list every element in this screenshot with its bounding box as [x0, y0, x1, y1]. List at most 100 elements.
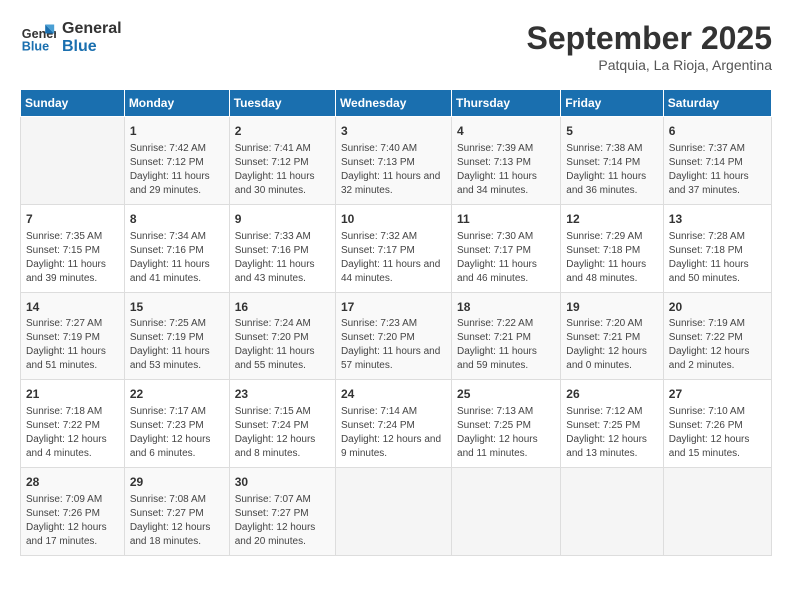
day-info: Sunrise: 7:29 AM Sunset: 7:18 PM Dayligh…: [566, 230, 657, 286]
col-tuesday: Tuesday: [229, 90, 335, 117]
day-info: Sunrise: 7:32 AM Sunset: 7:17 PM Dayligh…: [341, 230, 446, 286]
calendar-cell: [561, 468, 663, 556]
logo-icon: General Blue: [20, 20, 56, 56]
day-number: 27: [669, 386, 766, 403]
day-info: Sunrise: 7:09 AM Sunset: 7:26 PM Dayligh…: [26, 493, 119, 549]
day-info: Sunrise: 7:28 AM Sunset: 7:18 PM Dayligh…: [669, 230, 766, 286]
calendar-cell: 24 Sunrise: 7:14 AM Sunset: 7:24 PM Dayl…: [335, 380, 451, 468]
calendar-cell: 29 Sunrise: 7:08 AM Sunset: 7:27 PM Dayl…: [124, 468, 229, 556]
day-info: Sunrise: 7:13 AM Sunset: 7:25 PM Dayligh…: [457, 405, 555, 461]
day-info: Sunrise: 7:34 AM Sunset: 7:16 PM Dayligh…: [130, 230, 224, 286]
calendar-cell: 12 Sunrise: 7:29 AM Sunset: 7:18 PM Dayl…: [561, 204, 663, 292]
calendar-cell: 19 Sunrise: 7:20 AM Sunset: 7:21 PM Dayl…: [561, 292, 663, 380]
day-number: 25: [457, 386, 555, 403]
day-info: Sunrise: 7:37 AM Sunset: 7:14 PM Dayligh…: [669, 142, 766, 198]
calendar-cell: 9 Sunrise: 7:33 AM Sunset: 7:16 PM Dayli…: [229, 204, 335, 292]
day-info: Sunrise: 7:42 AM Sunset: 7:12 PM Dayligh…: [130, 142, 224, 198]
calendar-cell: 20 Sunrise: 7:19 AM Sunset: 7:22 PM Dayl…: [663, 292, 771, 380]
day-number: 20: [669, 299, 766, 316]
calendar-cell: 23 Sunrise: 7:15 AM Sunset: 7:24 PM Dayl…: [229, 380, 335, 468]
calendar-cell: [21, 117, 125, 205]
calendar-table: Sunday Monday Tuesday Wednesday Thursday…: [20, 89, 772, 556]
day-number: 22: [130, 386, 224, 403]
calendar-cell: 13 Sunrise: 7:28 AM Sunset: 7:18 PM Dayl…: [663, 204, 771, 292]
day-number: 4: [457, 123, 555, 140]
day-info: Sunrise: 7:08 AM Sunset: 7:27 PM Dayligh…: [130, 493, 224, 549]
day-number: 23: [235, 386, 330, 403]
title-block: September 2025 Patquia, La Rioja, Argent…: [527, 20, 772, 73]
calendar-cell: 2 Sunrise: 7:41 AM Sunset: 7:12 PM Dayli…: [229, 117, 335, 205]
calendar-cell: 3 Sunrise: 7:40 AM Sunset: 7:13 PM Dayli…: [335, 117, 451, 205]
day-info: Sunrise: 7:30 AM Sunset: 7:17 PM Dayligh…: [457, 230, 555, 286]
day-info: Sunrise: 7:35 AM Sunset: 7:15 PM Dayligh…: [26, 230, 119, 286]
calendar-week-3: 14 Sunrise: 7:27 AM Sunset: 7:19 PM Dayl…: [21, 292, 772, 380]
day-info: Sunrise: 7:41 AM Sunset: 7:12 PM Dayligh…: [235, 142, 330, 198]
day-info: Sunrise: 7:12 AM Sunset: 7:25 PM Dayligh…: [566, 405, 657, 461]
day-number: 13: [669, 211, 766, 228]
day-number: 12: [566, 211, 657, 228]
day-number: 18: [457, 299, 555, 316]
day-number: 24: [341, 386, 446, 403]
day-info: Sunrise: 7:33 AM Sunset: 7:16 PM Dayligh…: [235, 230, 330, 286]
calendar-cell: 17 Sunrise: 7:23 AM Sunset: 7:20 PM Dayl…: [335, 292, 451, 380]
day-info: Sunrise: 7:07 AM Sunset: 7:27 PM Dayligh…: [235, 493, 330, 549]
day-number: 7: [26, 211, 119, 228]
day-info: Sunrise: 7:24 AM Sunset: 7:20 PM Dayligh…: [235, 317, 330, 373]
day-number: 16: [235, 299, 330, 316]
day-info: Sunrise: 7:25 AM Sunset: 7:19 PM Dayligh…: [130, 317, 224, 373]
day-info: Sunrise: 7:18 AM Sunset: 7:22 PM Dayligh…: [26, 405, 119, 461]
day-number: 9: [235, 211, 330, 228]
calendar-cell: [452, 468, 561, 556]
col-monday: Monday: [124, 90, 229, 117]
calendar-cell: 6 Sunrise: 7:37 AM Sunset: 7:14 PM Dayli…: [663, 117, 771, 205]
calendar-cell: 25 Sunrise: 7:13 AM Sunset: 7:25 PM Dayl…: [452, 380, 561, 468]
col-thursday: Thursday: [452, 90, 561, 117]
page-header: General Blue General Blue September 2025…: [20, 20, 772, 73]
header-row: Sunday Monday Tuesday Wednesday Thursday…: [21, 90, 772, 117]
day-number: 19: [566, 299, 657, 316]
calendar-cell: [663, 468, 771, 556]
calendar-cell: 14 Sunrise: 7:27 AM Sunset: 7:19 PM Dayl…: [21, 292, 125, 380]
calendar-cell: 16 Sunrise: 7:24 AM Sunset: 7:20 PM Dayl…: [229, 292, 335, 380]
day-info: Sunrise: 7:39 AM Sunset: 7:13 PM Dayligh…: [457, 142, 555, 198]
calendar-cell: 10 Sunrise: 7:32 AM Sunset: 7:17 PM Dayl…: [335, 204, 451, 292]
calendar-cell: 30 Sunrise: 7:07 AM Sunset: 7:27 PM Dayl…: [229, 468, 335, 556]
logo: General Blue General Blue: [20, 20, 122, 56]
calendar-cell: 4 Sunrise: 7:39 AM Sunset: 7:13 PM Dayli…: [452, 117, 561, 205]
day-info: Sunrise: 7:27 AM Sunset: 7:19 PM Dayligh…: [26, 317, 119, 373]
location-subtitle: Patquia, La Rioja, Argentina: [527, 57, 772, 73]
day-number: 14: [26, 299, 119, 316]
day-number: 11: [457, 211, 555, 228]
day-info: Sunrise: 7:40 AM Sunset: 7:13 PM Dayligh…: [341, 142, 446, 198]
calendar-cell: [335, 468, 451, 556]
col-saturday: Saturday: [663, 90, 771, 117]
day-number: 17: [341, 299, 446, 316]
day-info: Sunrise: 7:20 AM Sunset: 7:21 PM Dayligh…: [566, 317, 657, 373]
day-number: 5: [566, 123, 657, 140]
calendar-cell: 22 Sunrise: 7:17 AM Sunset: 7:23 PM Dayl…: [124, 380, 229, 468]
calendar-cell: 7 Sunrise: 7:35 AM Sunset: 7:15 PM Dayli…: [21, 204, 125, 292]
month-title: September 2025: [527, 20, 772, 57]
calendar-cell: 1 Sunrise: 7:42 AM Sunset: 7:12 PM Dayli…: [124, 117, 229, 205]
day-number: 10: [341, 211, 446, 228]
day-number: 8: [130, 211, 224, 228]
logo-blue: Blue: [62, 38, 122, 56]
calendar-cell: 28 Sunrise: 7:09 AM Sunset: 7:26 PM Dayl…: [21, 468, 125, 556]
day-number: 29: [130, 474, 224, 491]
day-number: 6: [669, 123, 766, 140]
calendar-cell: 5 Sunrise: 7:38 AM Sunset: 7:14 PM Dayli…: [561, 117, 663, 205]
col-friday: Friday: [561, 90, 663, 117]
day-number: 30: [235, 474, 330, 491]
calendar-week-5: 28 Sunrise: 7:09 AM Sunset: 7:26 PM Dayl…: [21, 468, 772, 556]
calendar-cell: 21 Sunrise: 7:18 AM Sunset: 7:22 PM Dayl…: [21, 380, 125, 468]
calendar-cell: 11 Sunrise: 7:30 AM Sunset: 7:17 PM Dayl…: [452, 204, 561, 292]
calendar-week-1: 1 Sunrise: 7:42 AM Sunset: 7:12 PM Dayli…: [21, 117, 772, 205]
day-number: 28: [26, 474, 119, 491]
day-number: 21: [26, 386, 119, 403]
calendar-week-4: 21 Sunrise: 7:18 AM Sunset: 7:22 PM Dayl…: [21, 380, 772, 468]
day-number: 1: [130, 123, 224, 140]
calendar-cell: 26 Sunrise: 7:12 AM Sunset: 7:25 PM Dayl…: [561, 380, 663, 468]
day-info: Sunrise: 7:17 AM Sunset: 7:23 PM Dayligh…: [130, 405, 224, 461]
day-info: Sunrise: 7:22 AM Sunset: 7:21 PM Dayligh…: [457, 317, 555, 373]
day-info: Sunrise: 7:10 AM Sunset: 7:26 PM Dayligh…: [669, 405, 766, 461]
